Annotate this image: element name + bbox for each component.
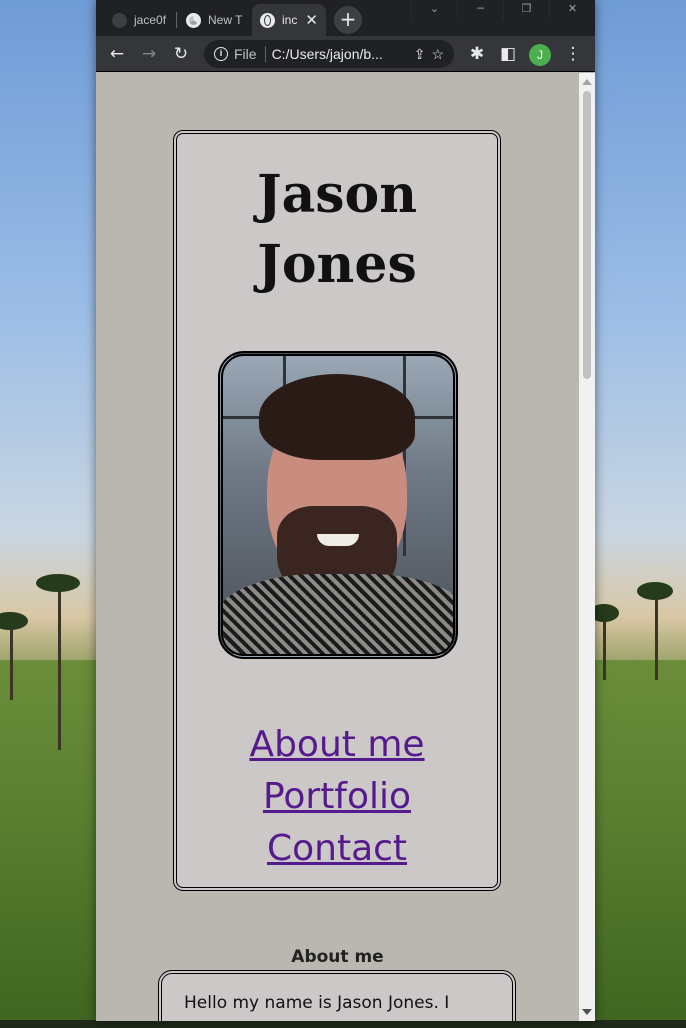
profile-avatar[interactable]: J [529, 44, 551, 66]
window-controls: ⌄ ─ ❐ ✕ [411, 0, 595, 19]
tab-title: inc [282, 13, 298, 27]
scroll-down-icon[interactable] [582, 1009, 592, 1015]
palm-crown [36, 574, 80, 592]
globe-icon [260, 12, 275, 28]
tab-title: jace0f [134, 13, 167, 27]
page-title: Jason Jones [256, 164, 418, 295]
nav-link-portfolio[interactable]: Portfolio [177, 771, 497, 823]
nav-link-contact[interactable]: Contact [177, 823, 497, 875]
browser-toolbar: ← → ↻ i File C:/Users/jajon/b... ⇪ ☆ ✱ ◧… [96, 36, 595, 72]
page-viewport: Jason Jones About me Portfolio Contact A… [96, 73, 579, 1021]
tab-divider [176, 12, 177, 28]
back-arrow-icon[interactable]: ← [106, 43, 128, 65]
about-heading: About me [291, 947, 384, 967]
palm-crown [0, 612, 28, 630]
share-icon[interactable]: ⇪ [414, 46, 426, 63]
nav-link-about[interactable]: About me [177, 719, 497, 771]
about-text-box: Hello my name is Jason Jones. I [158, 970, 516, 1021]
browser-window: jace0f New T inc ✕ + ⌄ ─ ❐ ✕ ← → ↻ i Fil… [96, 0, 595, 1021]
url-text[interactable]: C:/Users/jajon/b... [272, 46, 408, 62]
photo-smile [317, 534, 359, 546]
scrollbar-thumb[interactable] [583, 91, 591, 379]
tab-active[interactable]: inc ✕ [252, 4, 326, 36]
chrome-icon [186, 12, 201, 28]
wallpaper-left [0, 0, 96, 1028]
info-icon[interactable]: i [214, 47, 228, 61]
tab-github[interactable]: jace0f [104, 4, 176, 36]
page-scrollbar[interactable] [579, 73, 595, 1021]
tab-search-icon[interactable]: ⌄ [411, 0, 457, 19]
palm-tree [655, 590, 658, 680]
palm-crown [637, 582, 673, 600]
scheme-chip: File [234, 46, 266, 62]
restore-button[interactable]: ❐ [503, 0, 549, 19]
wallpaper-right [589, 0, 686, 1028]
scroll-up-icon[interactable] [582, 79, 592, 85]
palm-tree [58, 590, 61, 750]
tab-strip: jace0f New T inc ✕ + ⌄ ─ ❐ ✕ [96, 0, 595, 36]
address-bar[interactable]: i File C:/Users/jajon/b... ⇪ ☆ [204, 40, 454, 68]
close-tab-icon[interactable]: ✕ [305, 11, 318, 29]
photo-hair [259, 374, 415, 460]
nav-links: About me Portfolio Contact [177, 719, 497, 875]
photo-shirt [223, 574, 453, 654]
side-panel-icon[interactable]: ◧ [497, 43, 519, 65]
reload-icon[interactable]: ↻ [170, 43, 192, 65]
bookmark-star-icon[interactable]: ☆ [431, 46, 444, 63]
palm-tree [10, 620, 13, 700]
profile-photo [218, 351, 458, 659]
about-text: Hello my name is Jason Jones. I [184, 993, 450, 1013]
minimize-button[interactable]: ─ [457, 0, 503, 19]
extensions-icon[interactable]: ✱ [466, 43, 488, 65]
github-icon [112, 12, 127, 28]
taskbar [0, 1020, 686, 1028]
tab-new-tab[interactable]: New T [178, 4, 250, 36]
menu-kebab-icon[interactable]: ⋮ [562, 43, 584, 65]
new-tab-button[interactable]: + [334, 6, 362, 34]
forward-arrow-icon[interactable]: → [138, 43, 160, 65]
tab-title: New T [208, 13, 243, 27]
close-window-button[interactable]: ✕ [549, 0, 595, 19]
profile-card: Jason Jones About me Portfolio Contact [173, 130, 501, 891]
